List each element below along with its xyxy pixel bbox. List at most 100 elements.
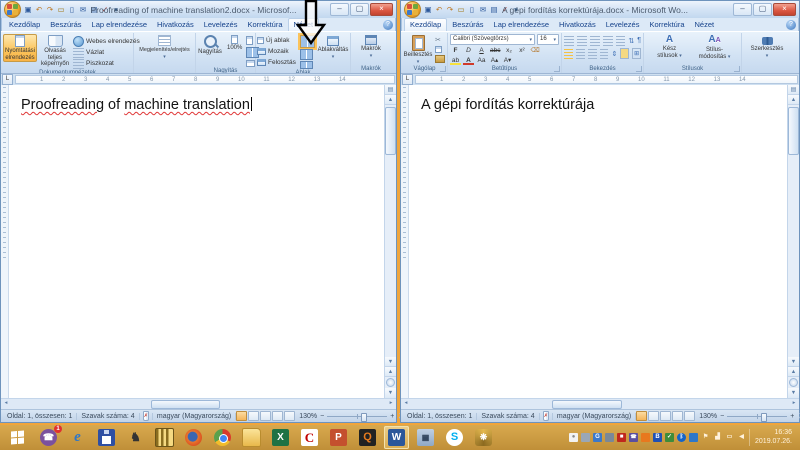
word-count-status[interactable]: Szavak száma: 4: [77, 413, 139, 420]
bullets-icon[interactable]: [564, 35, 574, 46]
web-layout-view-button[interactable]: [660, 411, 671, 421]
highlight-button[interactable]: ab: [450, 56, 461, 65]
web-layout-view-button[interactable]: [260, 411, 271, 421]
minimize-button[interactable]: –: [733, 3, 752, 16]
zoom-level[interactable]: 130%: [299, 413, 317, 420]
page-width-icon[interactable]: [246, 60, 255, 67]
sort-icon[interactable]: ⇅: [628, 37, 634, 45]
maximize-button[interactable]: ▢: [350, 3, 369, 16]
tray-icon[interactable]: ●: [569, 433, 578, 442]
vertical-scrollbar[interactable]: ▤ ▲ ▼ ▲ ▼: [384, 85, 396, 398]
switch-windows-button[interactable]: Ablakváltás ▾: [317, 34, 349, 60]
outline-button[interactable]: Vázlat: [73, 47, 140, 57]
page-count-status[interactable]: Oldal: 1, összesen: 1: [403, 413, 477, 420]
scroll-right-button[interactable]: ▸: [789, 399, 799, 408]
scroll-down-button[interactable]: ▼: [788, 357, 799, 367]
previous-page-button[interactable]: ▲: [385, 367, 396, 377]
line-spacing-icon[interactable]: ⇕: [611, 50, 617, 58]
full-screen-view-button[interactable]: [248, 411, 259, 421]
dialog-launcher-icon[interactable]: [734, 66, 740, 72]
shrink-font-button[interactable]: A▾: [502, 56, 513, 65]
taskbar-app-swirl[interactable]: ❋: [471, 426, 496, 449]
outline-view-button[interactable]: [272, 411, 283, 421]
horizontal-scrollbar[interactable]: ◂ ▸: [401, 398, 799, 409]
scroll-left-button[interactable]: ◂: [401, 399, 411, 408]
scrollbar-thumb[interactable]: [788, 107, 799, 155]
tab-levelezes[interactable]: Levelezés: [601, 19, 645, 31]
vertical-ruler[interactable]: [1, 85, 9, 398]
bold-button[interactable]: F: [450, 46, 461, 55]
scroll-down-button[interactable]: ▼: [385, 357, 396, 367]
tab-kezdolap[interactable]: Kezdőlap: [404, 18, 447, 31]
justify-icon[interactable]: [600, 48, 609, 59]
copy-icon[interactable]: [435, 46, 442, 53]
language-flag-icon[interactable]: ⚑: [701, 433, 710, 442]
horizontal-scrollbar[interactable]: ◂ ▸: [1, 398, 396, 409]
paragraph-mark-icon[interactable]: ¶: [637, 37, 641, 44]
bluetooth-icon[interactable]: ᛒ: [677, 433, 686, 442]
dialog-launcher-icon[interactable]: [636, 66, 642, 72]
zoom-100-button[interactable]: 100%: [225, 34, 244, 53]
numbering-icon[interactable]: [577, 35, 587, 46]
taskbar-app-gold-columns[interactable]: [152, 426, 177, 449]
volume-icon[interactable]: ◀: [737, 433, 746, 442]
proofing-status-icon[interactable]: ✗: [543, 411, 549, 421]
close-button[interactable]: ×: [773, 3, 796, 16]
scrollbar-thumb[interactable]: [385, 107, 396, 155]
undo-icon[interactable]: ↶: [34, 4, 44, 15]
tab-beszuras[interactable]: Beszúrás: [447, 19, 488, 31]
tab-nezet[interactable]: Nézet: [690, 19, 720, 31]
help-icon[interactable]: ?: [383, 20, 393, 30]
dialog-launcher-icon[interactable]: [440, 66, 446, 72]
zoom-slider[interactable]: [727, 416, 787, 417]
paste-button[interactable]: Beillesztés ▾: [403, 34, 433, 65]
tab-korrektura[interactable]: Korrektúra: [644, 19, 689, 31]
taskbar-app-figure[interactable]: ♞: [123, 426, 148, 449]
proofing-status-icon[interactable]: ✗: [143, 411, 149, 421]
taskbar-app-file-explorer[interactable]: [239, 426, 264, 449]
tab-kezdolap[interactable]: Kezdőlap: [4, 19, 45, 31]
scroll-up-button[interactable]: ▲: [788, 95, 799, 105]
titlebar[interactable]: ▣ ↶ ↷ ▭ ▯ ✉ ▤ ✓ ▾ A gépi fordítás korrek…: [401, 1, 799, 18]
new-window-button[interactable]: Új ablak: [257, 35, 298, 45]
previous-page-button[interactable]: ▲: [788, 367, 799, 377]
dialog-launcher-icon[interactable]: [554, 66, 560, 72]
redo-icon[interactable]: ↷: [45, 4, 55, 15]
align-left-icon[interactable]: [564, 48, 573, 59]
network-icon[interactable]: ▟: [713, 433, 722, 442]
font-size-select[interactable]: 16▾: [537, 34, 559, 45]
select-browse-object-button[interactable]: [386, 378, 395, 387]
redo-icon[interactable]: ↷: [445, 4, 455, 15]
tray-icon[interactable]: G: [593, 433, 602, 442]
next-page-button[interactable]: ▼: [385, 388, 396, 398]
view-side-by-side-button[interactable]: [300, 35, 315, 48]
tray-icon-babylon[interactable]: B: [653, 433, 662, 442]
borders-icon[interactable]: ⊞: [632, 48, 641, 59]
start-button[interactable]: [2, 425, 32, 450]
help-icon[interactable]: ?: [786, 20, 796, 30]
taskbar-app-word-active[interactable]: W: [384, 426, 409, 449]
taskbar-app-chrome[interactable]: [210, 426, 235, 449]
shading-icon[interactable]: [620, 48, 629, 59]
tray-icon-security[interactable]: ✓: [665, 433, 674, 442]
draft-view-button[interactable]: [684, 411, 695, 421]
underline-button[interactable]: A: [476, 46, 487, 55]
format-painter-icon[interactable]: [435, 55, 445, 63]
minimize-button[interactable]: –: [330, 3, 349, 16]
display-icon[interactable]: ▭: [725, 433, 734, 442]
font-name-select[interactable]: Calibri (Szövegtörzs)▾: [450, 34, 535, 45]
tab-nezet[interactable]: Nézet: [288, 18, 320, 31]
print-layout-button[interactable]: Nyomtatási elrendezés: [3, 34, 37, 62]
print-layout-view-button[interactable]: [236, 411, 247, 421]
scrollbar-thumb[interactable]: [552, 400, 622, 409]
tab-lap-elrendezese[interactable]: Lap elrendezése: [87, 19, 152, 31]
ruler-toggle-button[interactable]: ▤: [385, 85, 396, 95]
vertical-ruler[interactable]: [401, 85, 409, 398]
taskbar-app-corel[interactable]: C: [297, 426, 322, 449]
multilevel-list-icon[interactable]: [590, 35, 600, 46]
clear-formatting-icon[interactable]: ⌫: [529, 46, 540, 55]
cut-icon[interactable]: ✂: [435, 36, 445, 44]
save-icon[interactable]: ▣: [23, 4, 33, 15]
synchronous-scrolling-button[interactable]: [300, 49, 313, 60]
language-status[interactable]: magyar (Magyarország): [152, 413, 236, 420]
